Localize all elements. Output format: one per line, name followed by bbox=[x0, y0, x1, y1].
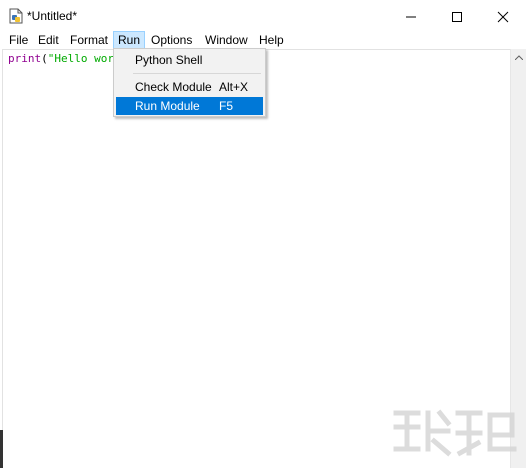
idle-app-icon bbox=[9, 8, 23, 24]
idle-editor-window: *Untitled* File Edit Format Run Options … bbox=[0, 0, 526, 468]
check-module-shortcut: Alt+X bbox=[219, 80, 249, 94]
desktop-edge bbox=[0, 430, 3, 468]
minimize-button[interactable] bbox=[388, 0, 434, 32]
python-shell-label: Python Shell bbox=[135, 53, 203, 67]
menu-item-run-module[interactable]: Run Module F5 bbox=[116, 97, 263, 115]
run-module-shortcut: F5 bbox=[219, 99, 234, 113]
menu-bar: File Edit Format Run Options Window Help bbox=[0, 31, 526, 49]
close-button[interactable] bbox=[480, 0, 526, 32]
menu-run[interactable]: Run bbox=[113, 31, 146, 49]
scroll-up-arrow-icon bbox=[515, 55, 523, 60]
maximize-icon bbox=[452, 12, 462, 22]
code-string-literal: "Hello worl bbox=[47, 52, 121, 65]
minimize-icon bbox=[406, 16, 416, 18]
watermark-logo bbox=[390, 405, 520, 465]
check-module-label: Check Module bbox=[135, 80, 212, 94]
run-module-label: Run Module bbox=[135, 99, 200, 113]
code-paren: ( bbox=[41, 52, 48, 65]
menu-file[interactable]: File bbox=[5, 31, 32, 49]
run-menu-dropdown: Python Shell Check Module Alt+X Run Modu… bbox=[113, 48, 266, 117]
maximize-button[interactable] bbox=[434, 0, 480, 32]
menu-window[interactable]: Window bbox=[201, 31, 252, 49]
scroll-up-button[interactable] bbox=[511, 49, 526, 66]
menu-options[interactable]: Options bbox=[147, 31, 196, 49]
code-builtin-print: print bbox=[8, 52, 42, 65]
menu-format[interactable]: Format bbox=[66, 31, 112, 49]
window-title: *Untitled* bbox=[27, 9, 78, 23]
menu-help[interactable]: Help bbox=[255, 31, 288, 49]
close-icon bbox=[497, 11, 509, 23]
menu-edit[interactable]: Edit bbox=[34, 31, 63, 49]
menu-separator bbox=[133, 73, 261, 74]
code-line: print("Hello worl bbox=[8, 52, 121, 65]
menu-item-check-module[interactable]: Check Module Alt+X bbox=[116, 78, 263, 96]
menu-item-python-shell[interactable]: Python Shell bbox=[116, 51, 263, 69]
title-bar[interactable]: *Untitled* bbox=[0, 0, 526, 32]
